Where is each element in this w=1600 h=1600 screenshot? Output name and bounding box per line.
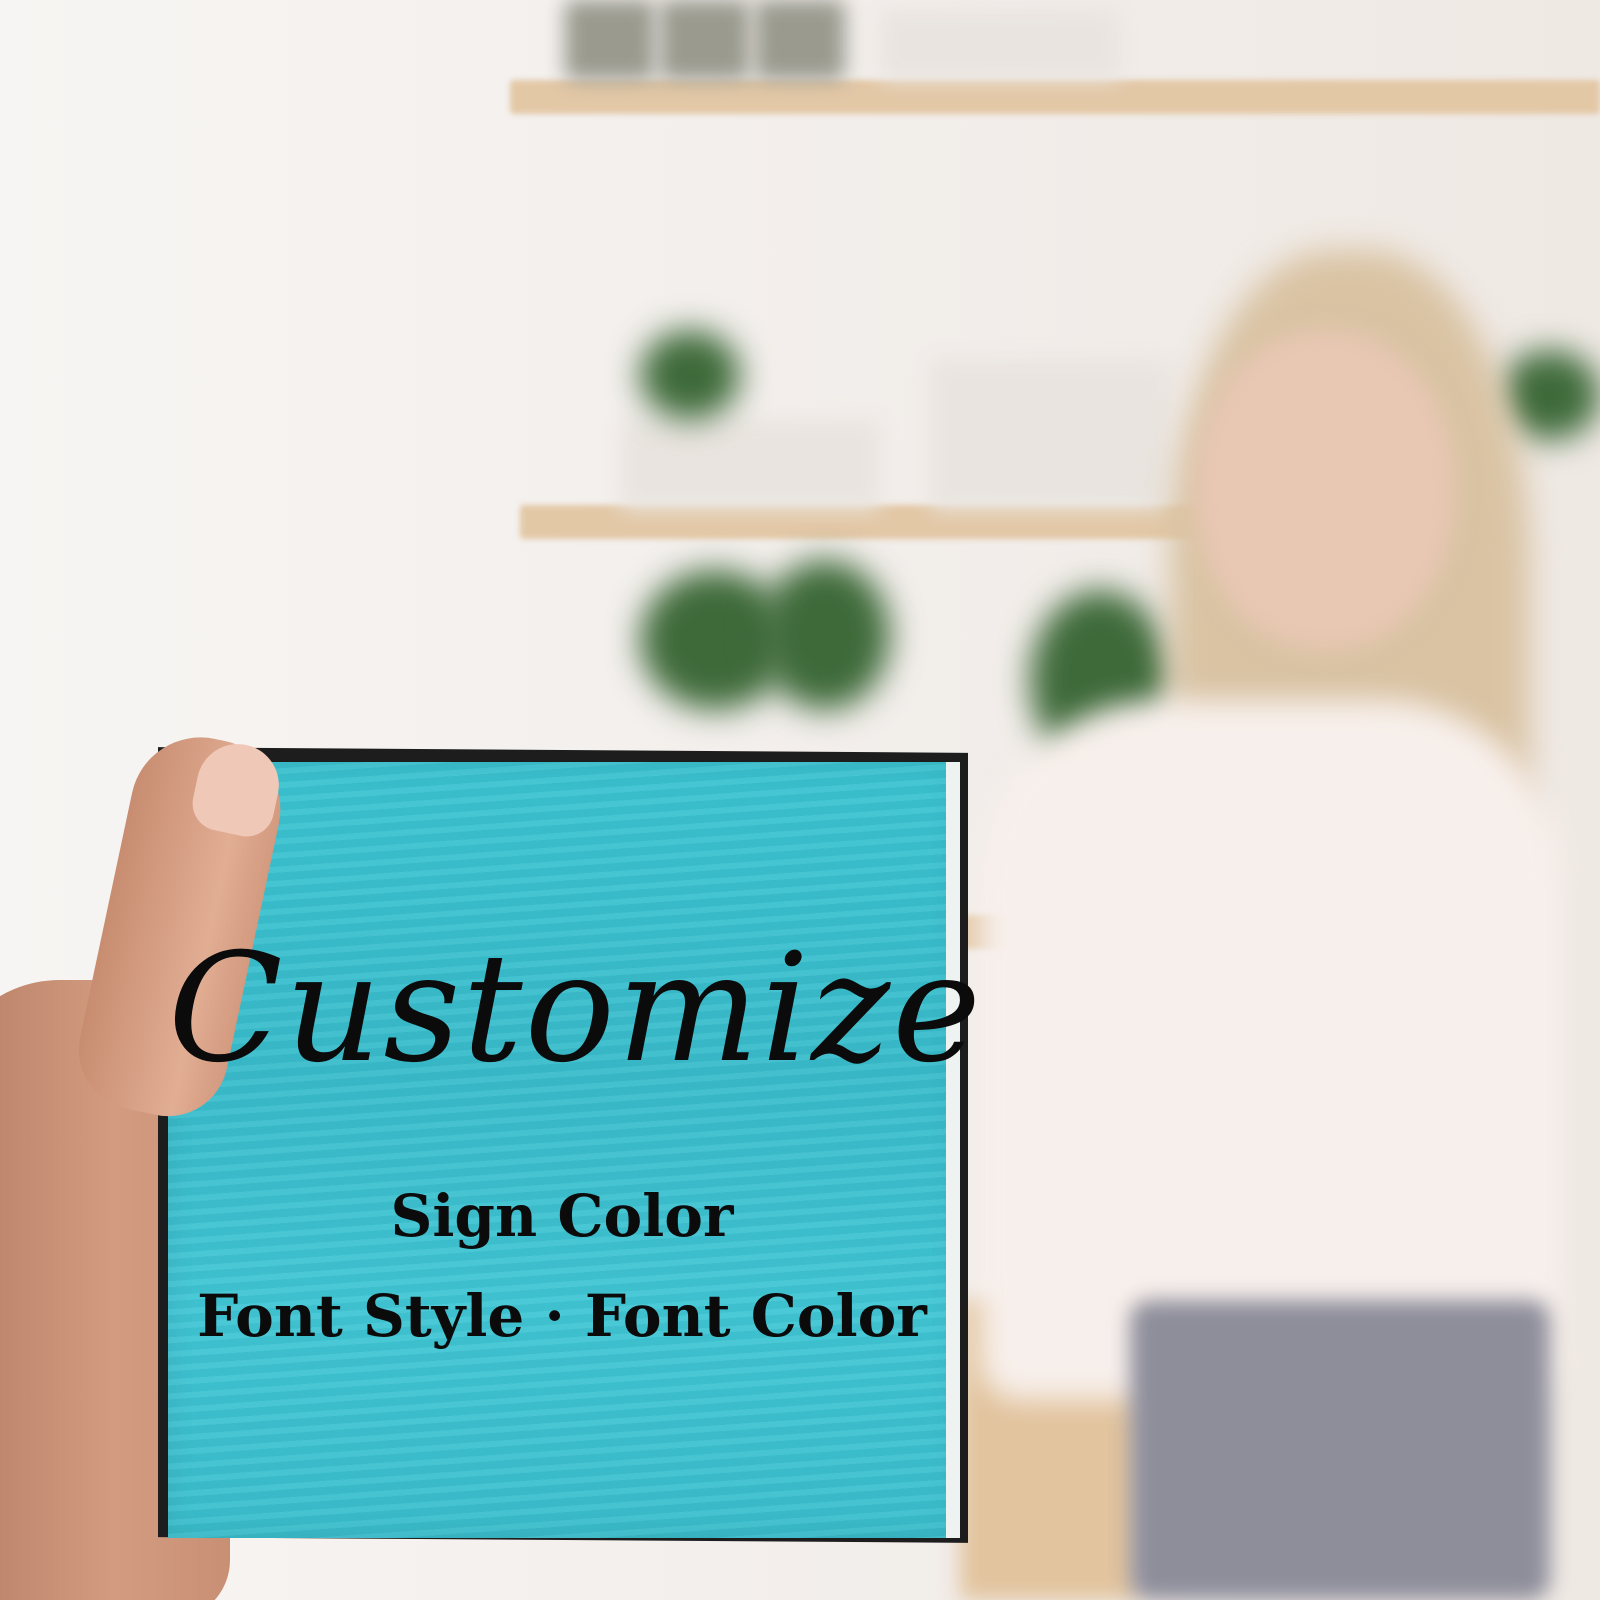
shelf-jar [565, 0, 655, 80]
photo-scene: Customize Sign Color Font Style · Font C… [0, 0, 1600, 1600]
woman-body [980, 700, 1560, 1400]
shelf-dishes [930, 360, 1170, 510]
plant [1500, 350, 1600, 440]
sign-line-2: Font Style · Font Color [197, 1282, 927, 1350]
sign-side-edge [946, 762, 960, 1538]
wooden-sign: Customize Sign Color Font Style · Font C… [168, 762, 983, 1538]
plant [640, 330, 740, 420]
shelf-bowls [880, 10, 1120, 80]
shelf-jar [755, 0, 845, 80]
shelf-jar [660, 0, 750, 80]
plant [760, 560, 890, 710]
sign-title: Customize [168, 922, 983, 1096]
middle-shelf [520, 505, 1280, 539]
apron [1130, 1300, 1550, 1600]
woman-face [1195, 330, 1455, 650]
shelf-cups [620, 420, 880, 510]
top-shelf [510, 80, 1600, 114]
sign-line-1: Sign Color [390, 1182, 734, 1250]
